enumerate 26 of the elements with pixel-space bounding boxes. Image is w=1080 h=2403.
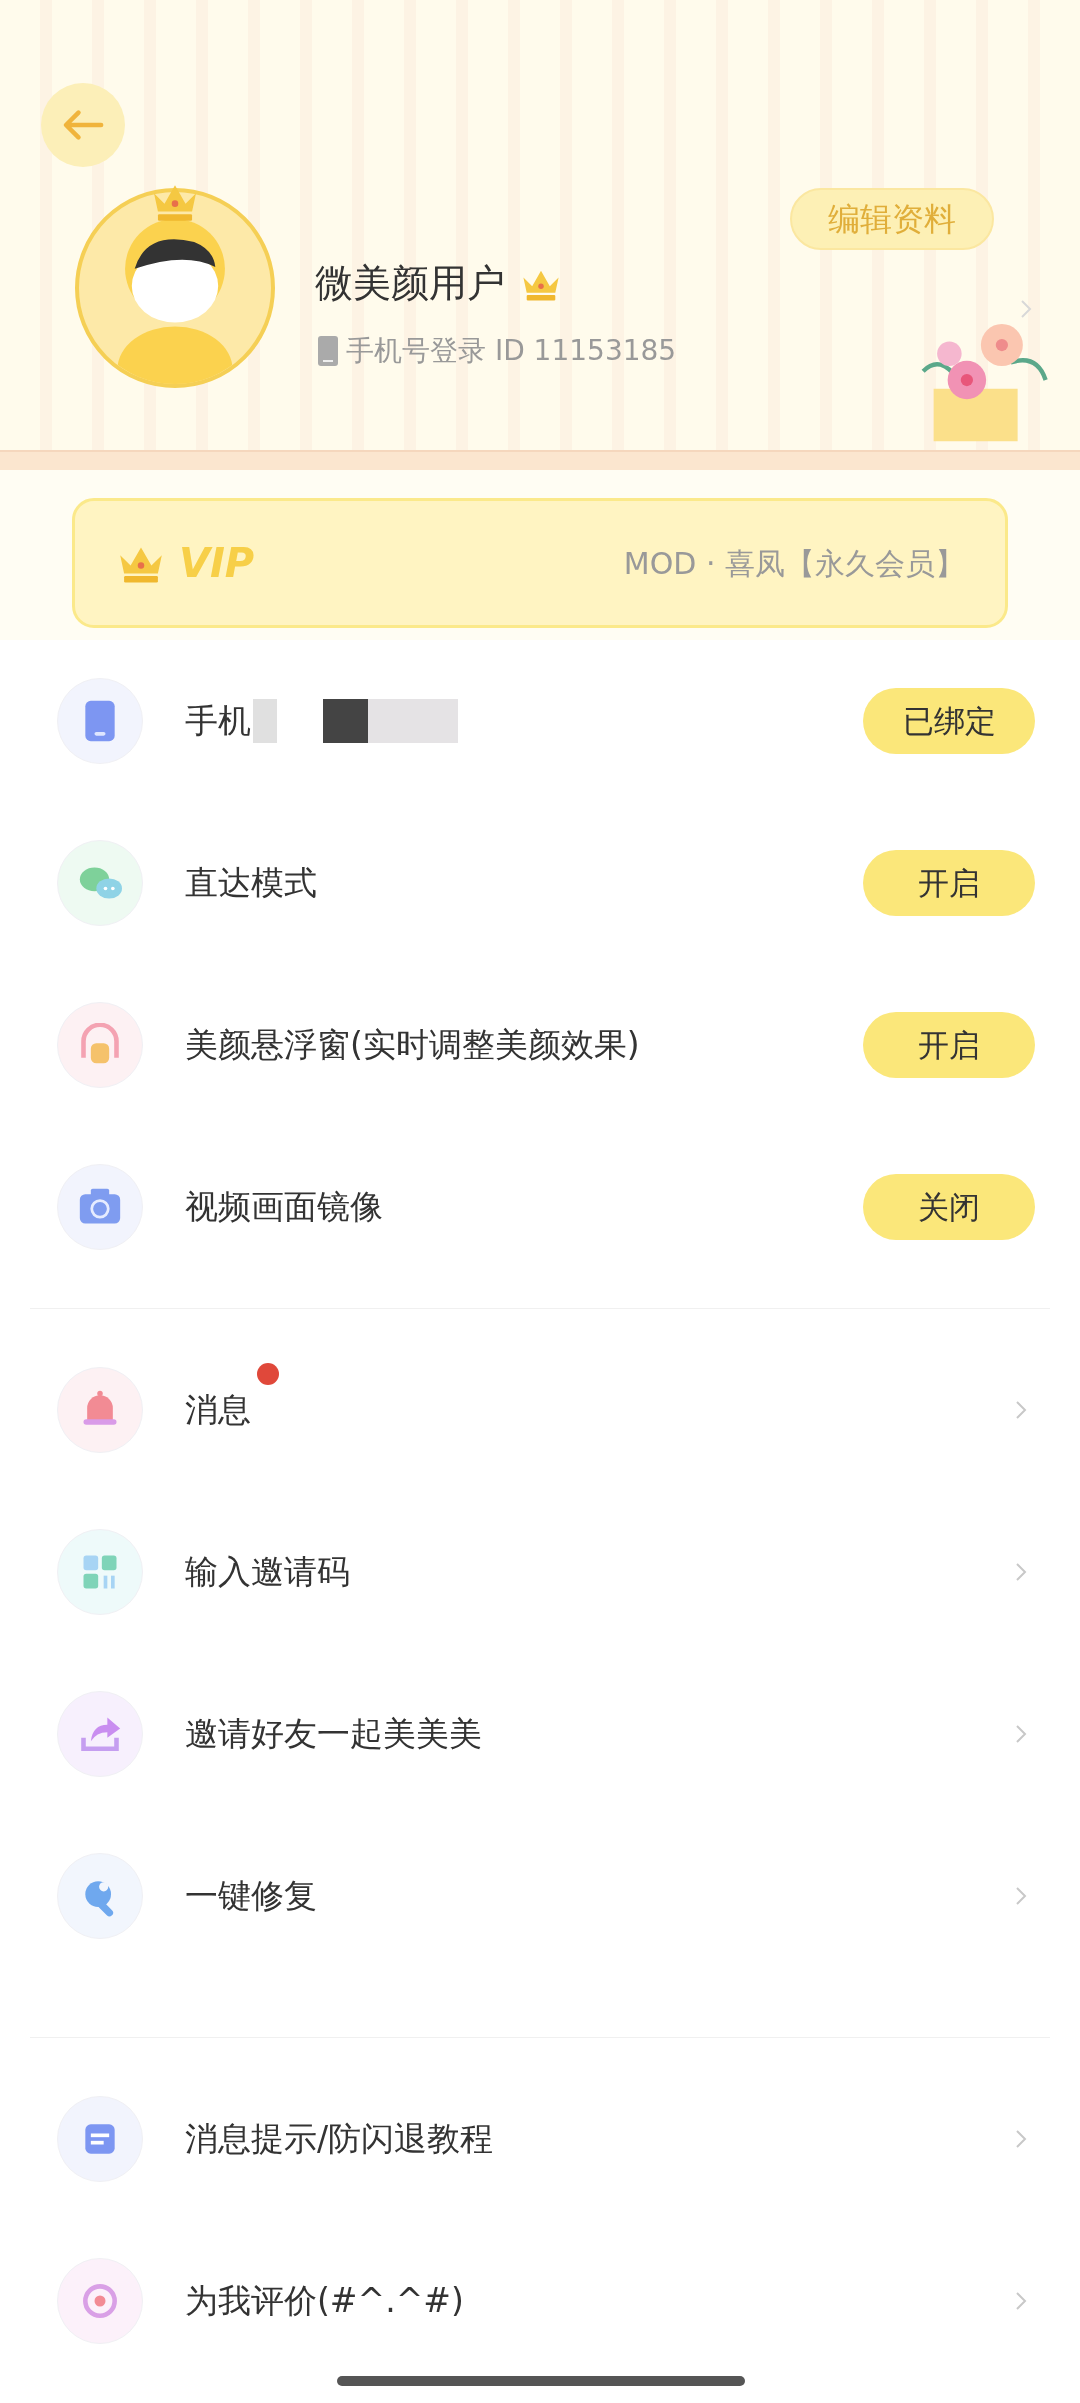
menu-item-label[interactable]: 邀请好友一起美美美 xyxy=(185,1709,482,1759)
username: 微美颜用户 xyxy=(315,260,505,307)
menu-item-label[interactable]: 美颜悬浮窗(实时调整美颜效果) xyxy=(185,1020,640,1070)
status-pill-button[interactable]: 开启 xyxy=(863,850,1035,916)
phone-icon xyxy=(318,336,338,366)
chevron-right-icon[interactable] xyxy=(1015,1561,1027,1583)
status-pill-button[interactable]: 已绑定 xyxy=(863,688,1035,754)
login-info: 手机号登录 ID 11153185 xyxy=(346,333,677,369)
menu-item-label[interactable]: 消息提示/防闪退教程 xyxy=(185,2114,494,2164)
menu-item-label[interactable]: 为我评价(#^.^#) xyxy=(185,2276,464,2326)
chevron-right-icon[interactable] xyxy=(1015,1723,1027,1745)
menu-item-label[interactable]: 输入邀请码 xyxy=(185,1547,350,1597)
chevron-right-icon[interactable] xyxy=(1020,298,1032,320)
membership-plan: MOD · 喜凤【永久会员】 xyxy=(623,544,965,583)
status-pill-button[interactable]: 关闭 xyxy=(863,1174,1035,1240)
menu-item-label[interactable]: 视频画面镜像 xyxy=(185,1182,383,1232)
chevron-right-icon[interactable] xyxy=(1015,2290,1027,2312)
chevron-right-icon[interactable] xyxy=(1015,2128,1027,2150)
chevron-right-icon[interactable] xyxy=(1015,1885,1027,1907)
vip-label: VIP xyxy=(179,539,255,588)
chevron-right-icon[interactable] xyxy=(1015,1399,1027,1421)
menu-item-label[interactable]: 直达模式 xyxy=(185,858,317,908)
menu-item-label[interactable]: 消息 xyxy=(185,1385,251,1435)
menu-item-label[interactable]: 手机 xyxy=(185,696,251,746)
status-pill-button[interactable]: 开启 xyxy=(863,1012,1035,1078)
menu-item-label[interactable]: 一键修复 xyxy=(185,1871,317,1921)
